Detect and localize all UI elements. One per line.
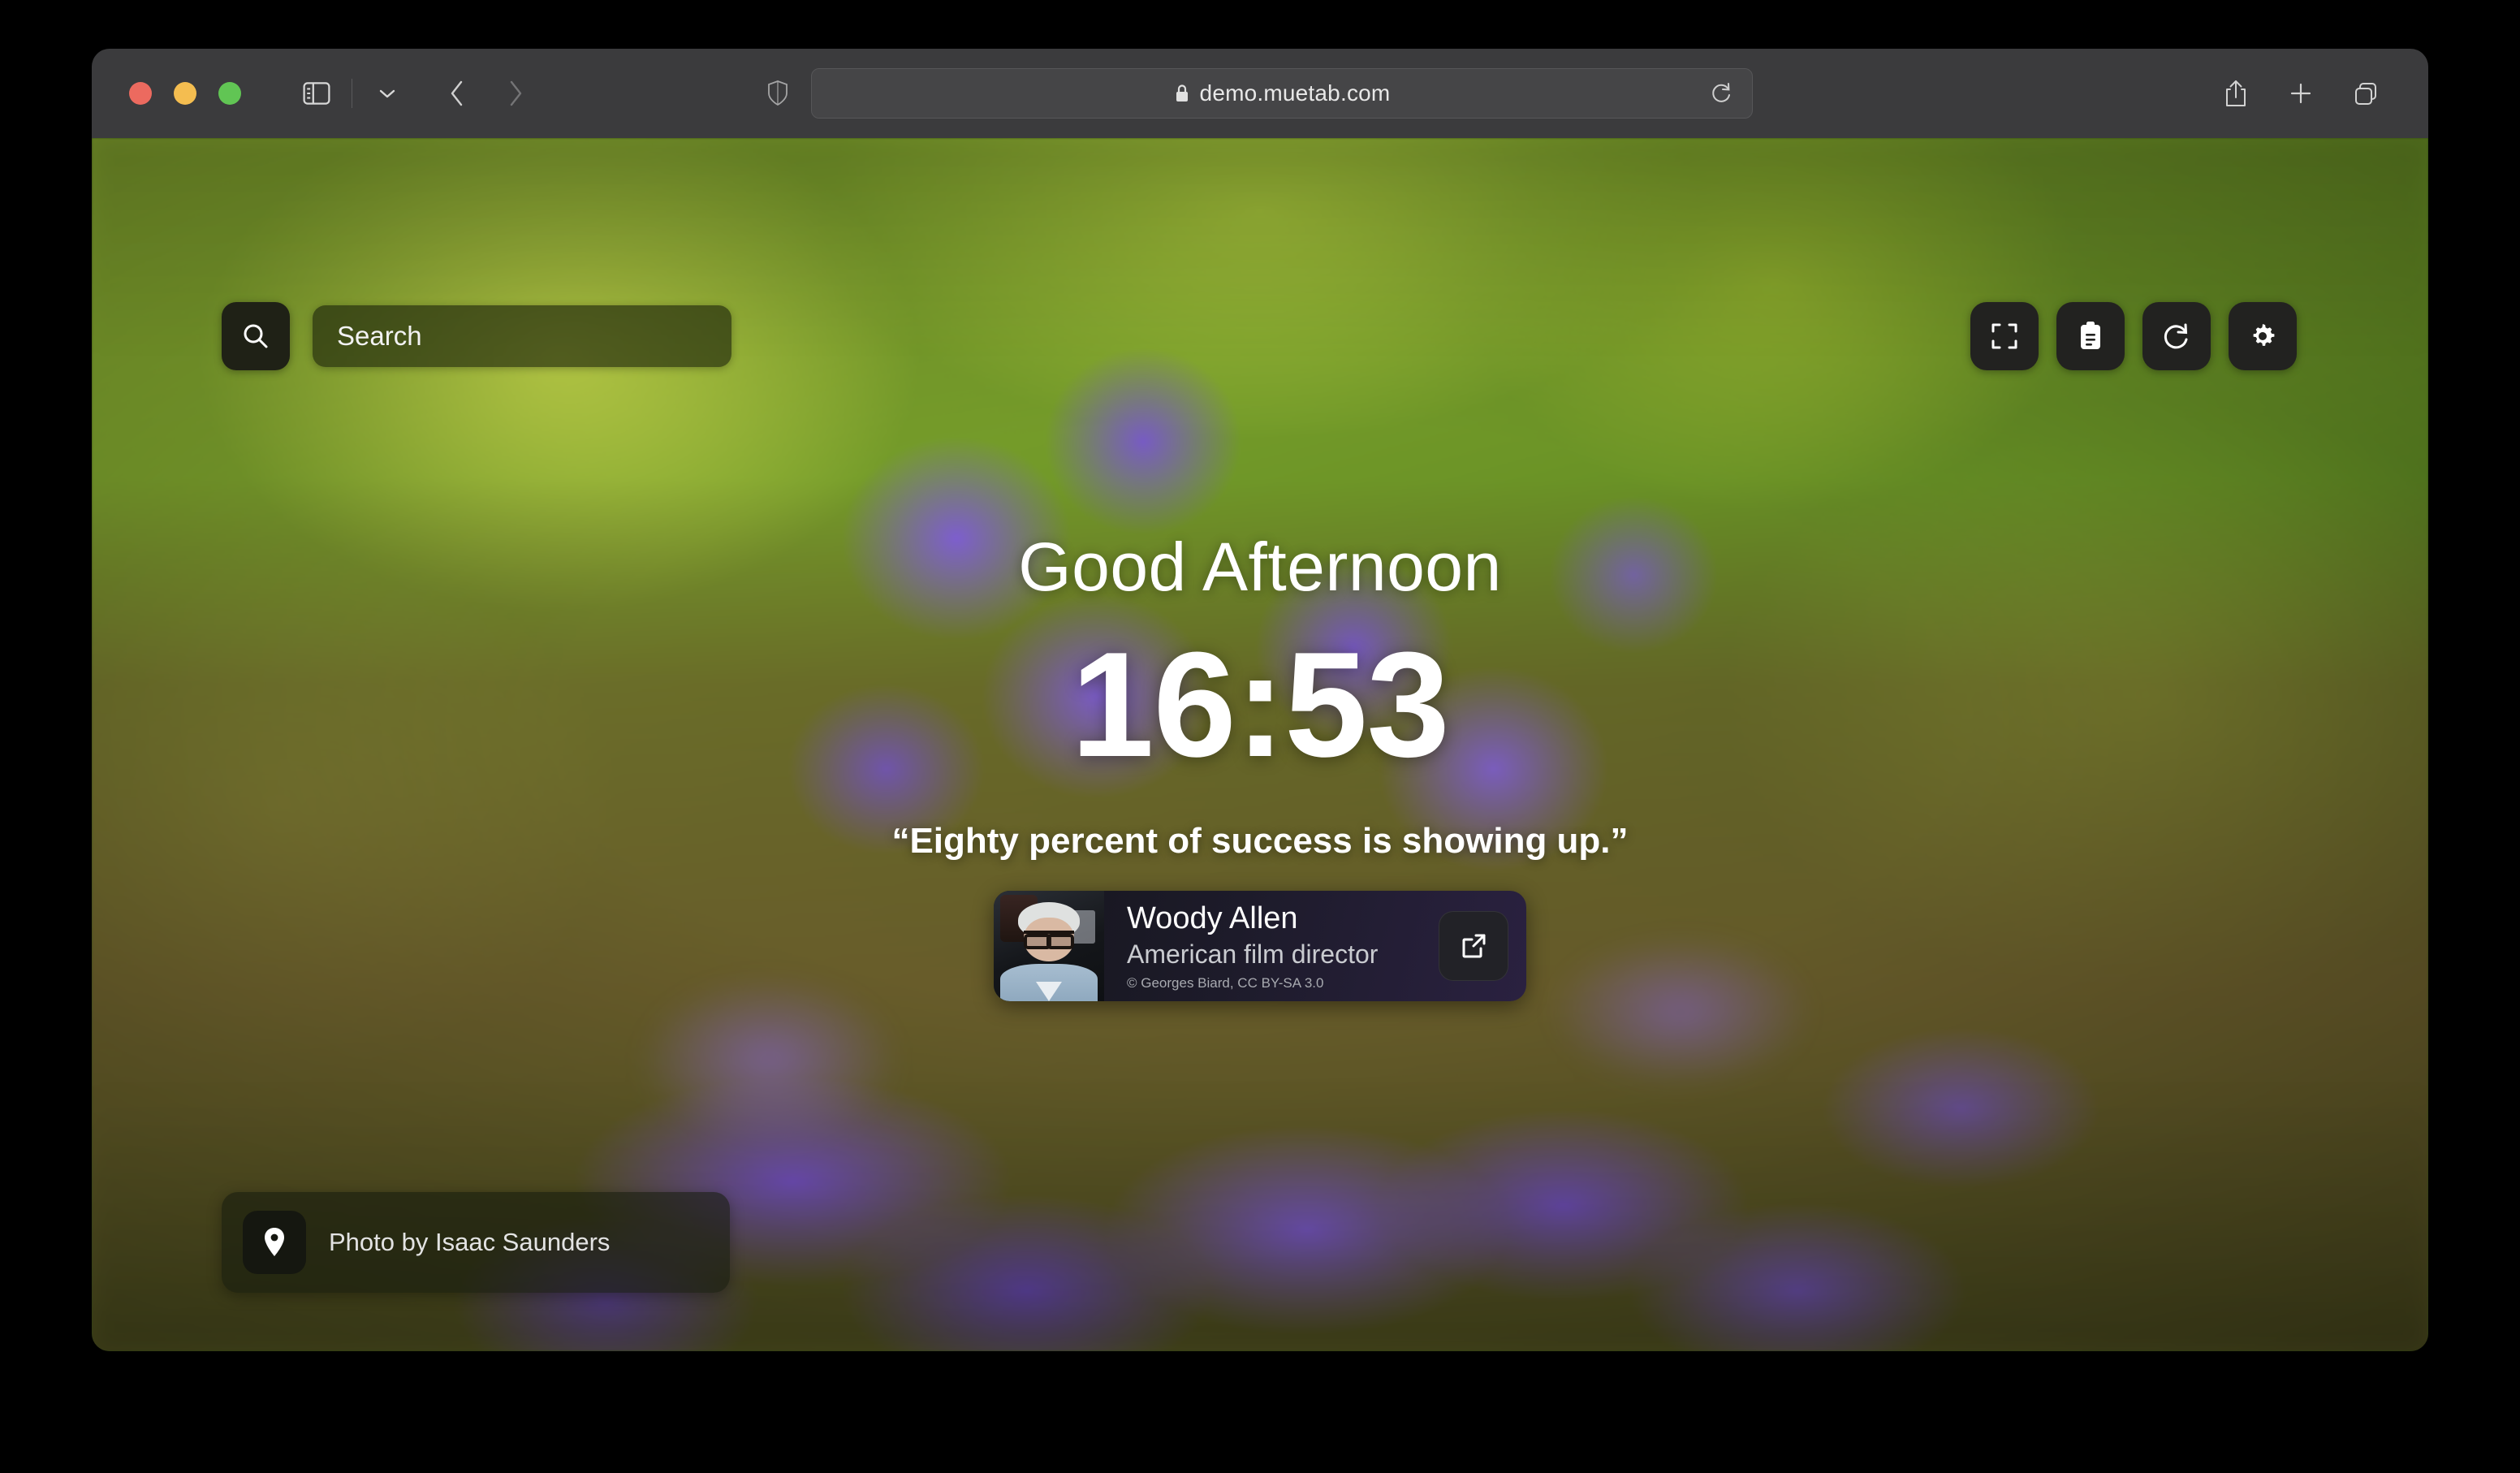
address-bar[interactable]: demo.muetab.com xyxy=(811,68,1753,119)
clipboard-icon xyxy=(2077,321,2104,352)
reload-button[interactable] xyxy=(1705,77,1737,110)
share-button[interactable] xyxy=(2211,68,2261,119)
search-button[interactable] xyxy=(222,302,290,370)
browser-toolbar: demo.muetab.com xyxy=(92,49,2428,138)
close-window-button[interactable] xyxy=(129,82,152,105)
author-avatar xyxy=(994,891,1104,1001)
photo-credit-text: Photo by Isaac Saunders xyxy=(329,1228,611,1256)
new-tab-button[interactable] xyxy=(2276,68,2326,119)
search-area xyxy=(222,302,731,370)
address-bar-area: demo.muetab.com xyxy=(767,68,1753,119)
author-external-link-button[interactable] xyxy=(1439,911,1508,981)
reload-icon xyxy=(1709,81,1733,106)
settings-button[interactable] xyxy=(2229,302,2297,370)
show-tabs-button[interactable] xyxy=(2341,68,2391,119)
zoom-window-button[interactable] xyxy=(218,82,241,105)
url-text: demo.muetab.com xyxy=(1199,80,1391,106)
toolbar-right-group xyxy=(2211,68,2391,119)
gear-icon xyxy=(2248,322,2277,351)
plus-icon xyxy=(2288,80,2314,106)
sidebar-dropdown-button[interactable] xyxy=(362,68,412,119)
minimize-window-button[interactable] xyxy=(174,82,196,105)
privacy-shield-icon[interactable] xyxy=(767,80,788,106)
notes-button[interactable] xyxy=(2056,302,2125,370)
sidebar-icon xyxy=(303,82,330,105)
chevron-left-icon xyxy=(448,79,466,108)
forward-button[interactable] xyxy=(490,68,541,119)
fullscreen-icon xyxy=(1990,322,2019,351)
back-button[interactable] xyxy=(432,68,482,119)
search-input[interactable] xyxy=(313,305,731,367)
search-icon xyxy=(240,321,271,352)
lock-icon xyxy=(1174,83,1190,104)
external-link-icon xyxy=(1457,930,1490,962)
browser-window: demo.muetab.com Search Good Afternoon 16… xyxy=(92,49,2428,1351)
author-info: Woody Allen American film director © Geo… xyxy=(1104,891,1439,1001)
sidebar-toggle-button[interactable] xyxy=(291,68,342,119)
refresh-background-button[interactable] xyxy=(2142,302,2211,370)
author-image-credit: © Georges Biard, CC BY-SA 3.0 xyxy=(1127,975,1324,991)
navigation-buttons xyxy=(432,68,541,119)
fullscreen-button[interactable] xyxy=(1970,302,2039,370)
author-role: American film director xyxy=(1127,940,1379,970)
quote-author-card[interactable]: Woody Allen American film director © Geo… xyxy=(994,891,1526,1001)
share-icon xyxy=(2224,79,2248,108)
location-pin-icon xyxy=(261,1226,287,1259)
address-bar-content: demo.muetab.com xyxy=(1174,80,1391,106)
chevron-down-icon xyxy=(377,87,398,100)
window-controls xyxy=(129,82,241,105)
photo-credit-pill[interactable]: Photo by Isaac Saunders xyxy=(222,1192,730,1293)
toolbar-left-group xyxy=(291,68,412,119)
photo-credit-icon-box xyxy=(243,1211,306,1274)
chevron-right-icon xyxy=(507,79,524,108)
newtab-page: Good Afternoon 16:53 “Eighty percent of … xyxy=(92,138,2428,1351)
author-name: Woody Allen xyxy=(1127,901,1298,935)
quick-actions-bar xyxy=(1970,302,2297,370)
refresh-icon xyxy=(2162,322,2191,351)
tabs-overview-icon xyxy=(2352,80,2380,107)
